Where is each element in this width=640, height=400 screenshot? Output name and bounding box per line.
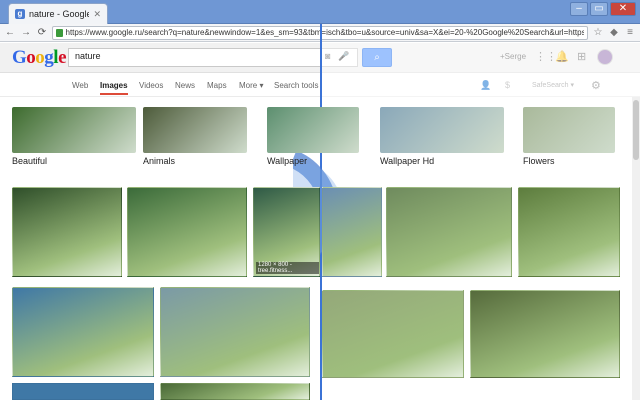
image-result-tile[interactable]: 1280 × 800 - tree.fitness... bbox=[253, 187, 320, 277]
person-icon[interactable]: 👤 bbox=[480, 80, 491, 91]
image-result-tile[interactable] bbox=[322, 187, 382, 277]
related-label[interactable]: Animals bbox=[143, 156, 175, 166]
forward-arrow-icon[interactable]: → bbox=[20, 27, 32, 39]
tab-search-tools[interactable]: Search tools bbox=[274, 81, 318, 90]
microphone-icon[interactable]: 🎤 bbox=[338, 51, 349, 62]
image-result-tile[interactable] bbox=[386, 187, 512, 277]
bookmark-star-icon[interactable]: ☆ bbox=[592, 27, 604, 38]
tab-more[interactable]: More ▾ bbox=[239, 81, 263, 90]
image-result-tile[interactable] bbox=[518, 187, 620, 277]
tab-title: nature - Google Search bbox=[29, 9, 90, 19]
camera-icon[interactable]: ◙ bbox=[325, 51, 330, 61]
image-result-tile[interactable] bbox=[470, 290, 620, 378]
related-label[interactable]: Wallpaper Hd bbox=[380, 156, 434, 166]
related-thumbnail[interactable] bbox=[523, 107, 615, 153]
notifications-bell-icon[interactable]: 🔔 bbox=[555, 50, 569, 63]
safe-search-dropdown[interactable]: SafeSearch ▾ bbox=[532, 81, 574, 89]
menu-icon[interactable]: ≡ bbox=[624, 27, 636, 38]
related-thumbnail[interactable] bbox=[12, 107, 136, 153]
window-controls: – ▭ ✕ bbox=[570, 2, 636, 16]
browser-title-bar: g nature - Google Search ✕ – ▭ ✕ bbox=[0, 0, 640, 24]
image-result-tile[interactable] bbox=[160, 287, 310, 377]
reload-icon[interactable]: ⟳ bbox=[36, 27, 48, 39]
related-thumbnail[interactable] bbox=[143, 107, 247, 153]
image-result-tile[interactable] bbox=[12, 383, 154, 400]
user-name-link[interactable]: +Serge bbox=[500, 52, 526, 61]
tab-maps[interactable]: Maps bbox=[207, 81, 227, 90]
maximize-button[interactable]: ▭ bbox=[590, 2, 608, 16]
image-result-tile[interactable] bbox=[127, 187, 247, 277]
tab-close-icon[interactable]: ✕ bbox=[93, 9, 101, 20]
scroll-thumb[interactable] bbox=[633, 100, 639, 160]
image-caption: 1280 × 800 - tree.fitness... bbox=[256, 262, 319, 274]
image-result-tile[interactable] bbox=[12, 287, 154, 377]
tab-videos[interactable]: Videos bbox=[139, 81, 163, 90]
related-label[interactable]: Beautiful bbox=[12, 156, 47, 166]
address-url[interactable]: https://www.google.ru/search?q=nature&ne… bbox=[66, 28, 585, 37]
share-plus-icon[interactable]: ⊞ bbox=[577, 50, 586, 63]
tab-web[interactable]: Web bbox=[72, 81, 88, 90]
settings-gear-icon[interactable]: ⚙ bbox=[591, 79, 601, 92]
browser-tab[interactable]: g nature - Google Search ✕ bbox=[8, 3, 108, 24]
extension-icon[interactable]: ◆ bbox=[608, 27, 620, 38]
close-button[interactable]: ✕ bbox=[610, 2, 636, 16]
tab-news[interactable]: News bbox=[175, 81, 195, 90]
apps-grid-icon[interactable]: ⋮⋮ bbox=[535, 50, 557, 63]
back-arrow-icon[interactable]: ← bbox=[4, 27, 16, 39]
google-logo[interactable]: Google bbox=[12, 47, 66, 69]
related-thumbnail[interactable] bbox=[380, 107, 504, 153]
related-label[interactable]: Wallpaper bbox=[267, 156, 307, 166]
image-result-tile[interactable] bbox=[12, 187, 122, 277]
image-result-tile[interactable] bbox=[160, 383, 310, 400]
lock-icon bbox=[56, 28, 63, 37]
related-label[interactable]: Flowers bbox=[523, 156, 555, 166]
tab-images[interactable]: Images bbox=[100, 81, 128, 95]
image-result-tile[interactable] bbox=[322, 290, 464, 378]
avatar[interactable] bbox=[597, 49, 613, 65]
search-input[interactable]: nature bbox=[68, 48, 358, 67]
related-thumbnail[interactable] bbox=[267, 107, 359, 153]
dollar-icon[interactable]: $ bbox=[505, 80, 510, 90]
google-favicon-icon: g bbox=[15, 9, 25, 19]
minimize-button[interactable]: – bbox=[570, 2, 588, 16]
search-button[interactable]: ⌕ bbox=[362, 48, 392, 67]
